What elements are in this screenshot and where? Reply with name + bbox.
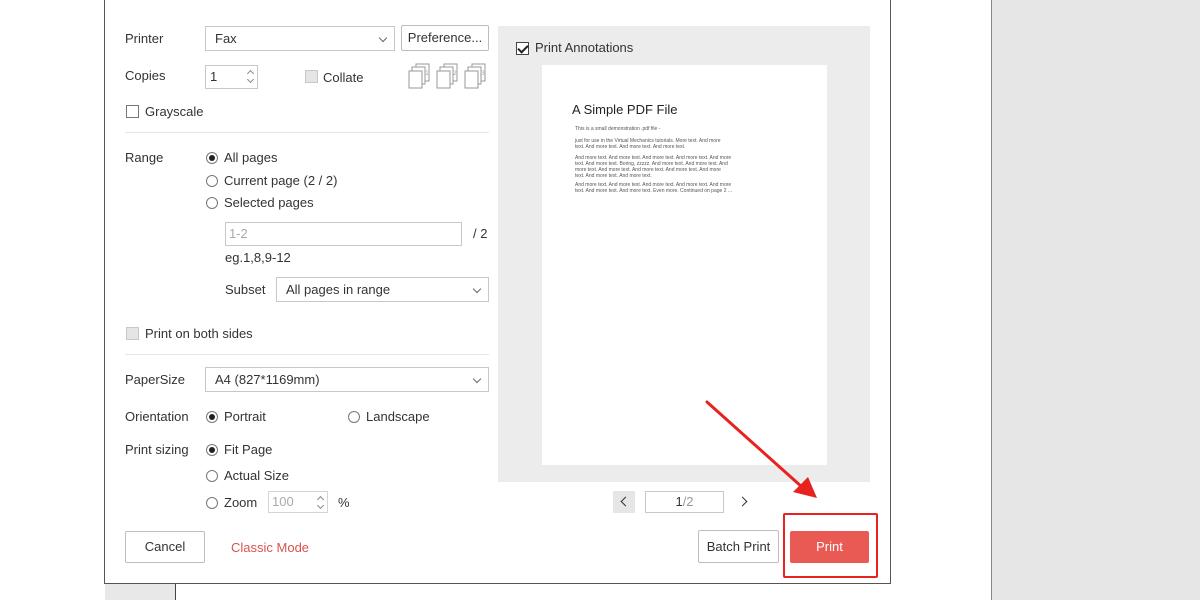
preview-line: This is a small demonstration .pdf file … — [575, 126, 661, 132]
range-all-pages-label: All pages — [224, 150, 278, 165]
pager-total: /2 — [682, 494, 694, 509]
zoom-stepper[interactable]: 100 — [268, 491, 328, 513]
radio-all-pages[interactable] — [206, 152, 218, 164]
collate-label: Collate — [323, 70, 364, 85]
collate-pages-icon: 1 2 3 — [408, 63, 486, 89]
range-selected-pages-label: Selected pages — [224, 195, 314, 210]
orientation-landscape-label: Landscape — [366, 409, 430, 424]
background-document — [890, 0, 992, 600]
svg-text:2: 2 — [453, 70, 457, 77]
cancel-button[interactable]: Cancel — [125, 531, 205, 563]
preview-page-title: A Simple PDF File — [572, 102, 678, 117]
grayscale-label: Grayscale — [145, 104, 204, 119]
sizing-fit-page-label: Fit Page — [224, 442, 273, 457]
batch-print-button[interactable]: Batch Print — [698, 530, 779, 563]
radio-fit-page[interactable] — [206, 444, 218, 456]
pages-total: / 2 — [473, 226, 488, 241]
background-under-dialog — [175, 583, 890, 600]
radio-selected-pages[interactable] — [206, 197, 218, 209]
copies-value: 1 — [210, 69, 218, 84]
orientation-portrait-label: Portrait — [224, 409, 266, 424]
svg-text:1: 1 — [425, 70, 429, 77]
radio-zoom[interactable] — [206, 497, 218, 509]
collate-checkbox[interactable] — [305, 70, 318, 83]
sizing-zoom-label: Zoom — [224, 495, 258, 510]
svg-text:3: 3 — [481, 70, 485, 77]
chevron-down-icon — [472, 284, 482, 294]
pages-hint: eg.1,8,9-12 — [225, 250, 291, 265]
print-highlight-box — [783, 513, 878, 578]
chevron-down-icon — [472, 374, 482, 384]
background-left — [0, 0, 105, 600]
preview-line: text. And more text. And more text. — [575, 173, 652, 179]
range-label: Range — [125, 150, 164, 165]
print-annotations-label: Print Annotations — [535, 40, 634, 55]
sizing-label: Print sizing — [125, 442, 189, 457]
pages-input-placeholder: 1-2 — [229, 226, 248, 241]
printer-value: Fax — [215, 31, 237, 46]
orientation-label: Orientation — [125, 409, 189, 424]
classic-mode-link[interactable]: Classic Mode — [231, 540, 309, 555]
printer-label: Printer — [125, 31, 164, 46]
preview-text-block: And more text. And more text. And more t… — [575, 155, 731, 179]
both-sides-label: Print on both sides — [145, 326, 253, 341]
papersize-value: A4 (827*1169mm) — [215, 372, 320, 387]
print-annotations-checkbox[interactable] — [516, 42, 529, 55]
chevron-left-icon — [620, 496, 631, 507]
radio-actual-size[interactable] — [206, 470, 218, 482]
background-right — [992, 0, 1200, 600]
subset-label: Subset — [225, 282, 266, 297]
preview-text-block: This is a small demonstration .pdf file … — [575, 126, 660, 132]
subset-select[interactable]: All pages in range — [276, 277, 489, 302]
preview-line: text. And more text. And more text. Even… — [575, 188, 733, 194]
red-arrow-annotation — [705, 400, 817, 498]
subset-value: All pages in range — [286, 282, 391, 297]
papersize-select[interactable]: A4 (827*1169mm) — [205, 367, 489, 392]
copies-label: Copies — [125, 68, 166, 83]
divider — [125, 132, 489, 133]
grayscale-checkbox[interactable] — [126, 105, 139, 118]
zoom-value: 100 — [272, 494, 294, 509]
radio-portrait[interactable] — [206, 411, 218, 423]
printer-select[interactable]: Fax — [205, 26, 395, 51]
pager-current: 1 — [675, 494, 683, 509]
copies-stepper[interactable]: 1 — [205, 65, 258, 89]
preview-text-block: And more text. And more text. And more t… — [575, 182, 732, 194]
zoom-unit: % — [338, 495, 350, 510]
spinner-arrows-icon[interactable] — [316, 494, 325, 511]
papersize-label: PaperSize — [125, 372, 185, 387]
divider — [125, 354, 489, 355]
sizing-actual-size-label: Actual Size — [224, 468, 290, 483]
spinner-arrows-icon[interactable] — [246, 68, 255, 87]
background-left-bar — [105, 583, 175, 600]
preview-text-block: just for use in the Virtual Mechanics tu… — [575, 138, 721, 150]
radio-landscape[interactable] — [348, 411, 360, 423]
chevron-down-icon — [378, 33, 388, 43]
preferences-button[interactable]: Preference... — [401, 25, 489, 51]
both-sides-checkbox[interactable] — [126, 327, 139, 340]
preview-line: text. And more text. And more text. And … — [575, 144, 686, 150]
radio-current-page[interactable] — [206, 175, 218, 187]
pager-prev-button[interactable] — [613, 491, 635, 513]
range-current-page-label: Current page (2 / 2) — [224, 173, 338, 188]
pages-input[interactable]: 1-2 — [225, 222, 462, 246]
